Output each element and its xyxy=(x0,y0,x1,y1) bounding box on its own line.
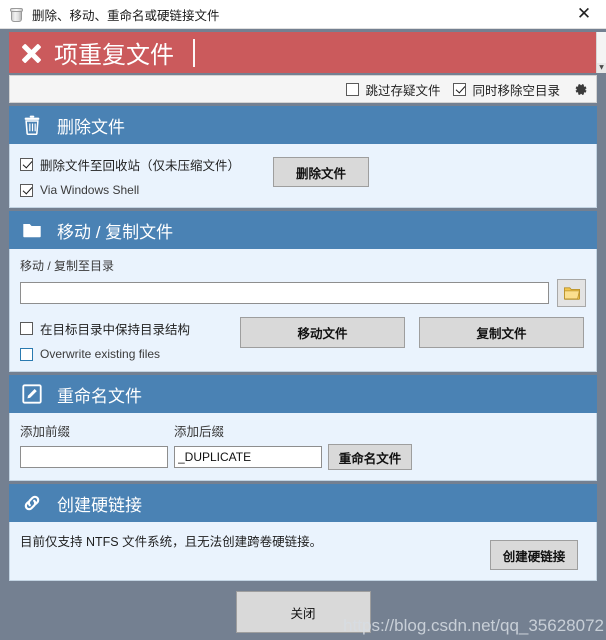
delete-section-header: 删除文件 xyxy=(9,106,597,144)
rename-inputs-row: 重命名文件 xyxy=(20,444,586,470)
move-section-title: 移动 / 复制文件 xyxy=(57,222,174,242)
copy-files-button[interactable]: 复制文件 xyxy=(419,317,584,348)
create-hardlink-button[interactable]: 创建硬链接 xyxy=(490,540,578,570)
add-suffix-label: 添加后缀 xyxy=(174,425,225,439)
via-windows-shell-option[interactable]: Via Windows Shell xyxy=(20,183,240,197)
duplicate-files-banner: 项重复文件 xyxy=(9,32,597,73)
chain-link-icon xyxy=(21,492,43,514)
move-options-group: 在目标目录中保持目录结构 Overwrite existing files xyxy=(20,317,190,361)
text-caret xyxy=(193,38,195,67)
delete-files-section: 删除文件 删除文件至回收站（仅未压缩文件） Via Windows Shell … xyxy=(9,106,597,208)
pencil-edit-icon xyxy=(21,383,43,405)
window-title: 删除、移动、重命名或硬链接文件 xyxy=(32,8,220,23)
options-toolbar: 跳过存疑文件 同时移除空目录 xyxy=(9,75,597,103)
rename-section-body: 添加前缀 添加后缀 重命名文件 xyxy=(9,413,597,481)
overwrite-existing-files-label: Overwrite existing files xyxy=(40,347,161,361)
recycle-bin-icon xyxy=(8,6,25,23)
keep-dir-structure-label: 在目标目录中保持目录结构 xyxy=(40,323,191,337)
move-copy-files-section: 移动 / 复制文件 移动 / 复制至目录 在目标目录中保持目录结构 Overwr… xyxy=(9,211,597,372)
banner-title: 项重复文件 xyxy=(54,42,174,69)
move-section-header: 移动 / 复制文件 xyxy=(9,211,597,249)
add-prefix-input[interactable] xyxy=(20,446,168,468)
delete-to-recycle-bin-option[interactable]: 删除文件至回收站（仅未压缩文件） xyxy=(20,155,240,174)
sections-container: 删除文件 删除文件至回收站（仅未压缩文件） Via Windows Shell … xyxy=(9,106,597,581)
hardlink-section-title: 创建硬链接 xyxy=(57,495,142,515)
move-files-button[interactable]: 移动文件 xyxy=(240,317,405,348)
move-path-row xyxy=(20,279,586,307)
move-target-dir-input[interactable] xyxy=(20,282,549,304)
rename-files-button[interactable]: 重命名文件 xyxy=(328,444,412,470)
remove-empty-dirs-label: 同时移除空目录 xyxy=(472,83,560,98)
keep-dir-structure-checkbox[interactable] xyxy=(20,322,33,335)
via-windows-shell-checkbox[interactable] xyxy=(20,183,33,197)
watermark-text: https://blog.csdn.net/qq_35628072 xyxy=(343,616,604,635)
move-target-dir-label: 移动 / 复制至目录 xyxy=(20,259,115,273)
banner-scrollbar[interactable]: ▼ xyxy=(596,32,606,73)
delete-section-body: 删除文件至回收站（仅未压缩文件） Via Windows Shell 删除文件 xyxy=(9,144,597,208)
close-window-button[interactable]: ✕ xyxy=(562,0,606,28)
skip-suspect-files-label: 跳过存疑文件 xyxy=(365,83,441,98)
overwrite-existing-files-checkbox[interactable] xyxy=(20,347,33,361)
delete-to-recycle-bin-label: 删除文件至回收站（仅未压缩文件） xyxy=(40,159,241,173)
rename-section-title: 重命名文件 xyxy=(57,386,142,406)
hardlink-note: 目前仅支持 NTFS 文件系统，且无法创建跨卷硬链接。 xyxy=(20,535,323,549)
scroll-down-arrow-icon[interactable]: ▼ xyxy=(597,63,606,73)
add-prefix-label: 添加前缀 xyxy=(20,425,71,439)
hardlink-section-header: 创建硬链接 xyxy=(9,484,597,522)
hardlink-section: 创建硬链接 目前仅支持 NTFS 文件系统，且无法创建跨卷硬链接。 创建硬链接 xyxy=(9,484,597,581)
skip-suspect-files-checkbox[interactable] xyxy=(346,82,360,96)
rename-files-section: 重命名文件 添加前缀 添加后缀 重命名文件 xyxy=(9,375,597,481)
add-suffix-input[interactable] xyxy=(174,446,322,468)
overwrite-existing-files-option[interactable]: Overwrite existing files xyxy=(20,347,190,361)
move-actions-group: 移动文件 复制文件 xyxy=(240,317,586,348)
via-windows-shell-label: Via Windows Shell xyxy=(40,183,140,197)
skip-suspect-files-option[interactable]: 跳过存疑文件 xyxy=(346,80,440,99)
open-folder-icon xyxy=(563,287,580,300)
remove-empty-dirs-option[interactable]: 同时移除空目录 xyxy=(453,80,560,99)
dialog-footer: 关闭 https://blog.csdn.net/qq_35628072 xyxy=(0,584,606,640)
remove-empty-dirs-checkbox[interactable] xyxy=(453,82,467,96)
window-titlebar: 删除、移动、重命名或硬链接文件 ✕ xyxy=(0,0,606,29)
rename-section-header: 重命名文件 xyxy=(9,375,597,413)
delete-to-recycle-bin-checkbox[interactable] xyxy=(20,158,33,171)
delete-section-title: 删除文件 xyxy=(57,117,125,137)
folder-icon xyxy=(21,219,43,241)
gear-icon[interactable] xyxy=(573,82,588,97)
x-mark-icon xyxy=(18,40,44,66)
banner-region: 项重复文件 ▼ xyxy=(0,29,606,73)
move-section-body: 移动 / 复制至目录 在目标目录中保持目录结构 Overwrite existi… xyxy=(9,249,597,372)
rename-labels-row: 添加前缀 添加后缀 xyxy=(20,421,586,440)
hardlink-section-body: 目前仅支持 NTFS 文件系统，且无法创建跨卷硬链接。 创建硬链接 xyxy=(9,522,597,581)
move-options-and-actions: 在目标目录中保持目录结构 Overwrite existing files 移动… xyxy=(20,317,586,361)
browse-folder-button[interactable] xyxy=(557,279,586,307)
delete-options-group: 删除文件至回收站（仅未压缩文件） Via Windows Shell xyxy=(20,152,240,197)
keep-dir-structure-option[interactable]: 在目标目录中保持目录结构 xyxy=(20,319,190,338)
delete-files-button[interactable]: 删除文件 xyxy=(273,157,370,187)
trash-can-icon xyxy=(21,114,43,136)
